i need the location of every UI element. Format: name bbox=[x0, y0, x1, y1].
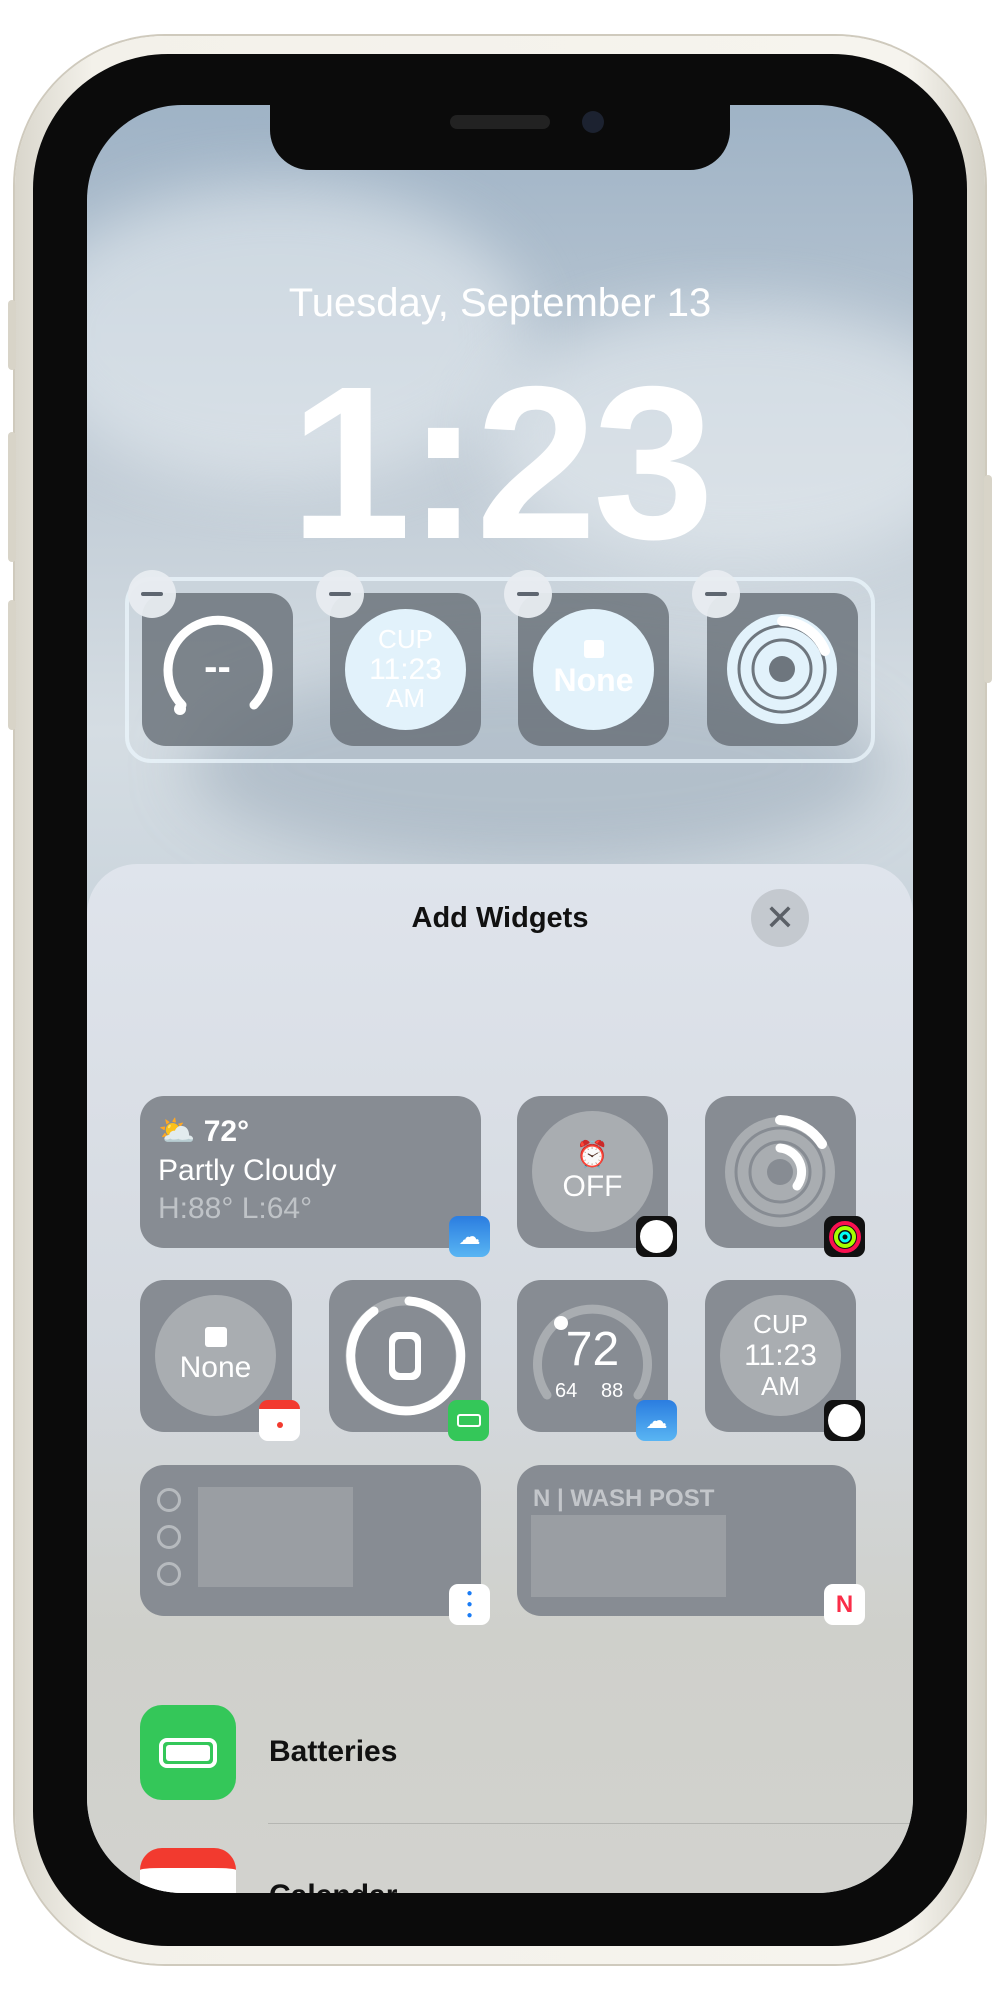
calendar-value: None bbox=[553, 662, 634, 698]
clock-time: 11:23 bbox=[744, 1339, 817, 1372]
clock-app-icon bbox=[636, 1216, 677, 1257]
batteries-app-icon bbox=[448, 1400, 489, 1441]
reminder-checkbox[interactable] bbox=[157, 1525, 181, 1549]
screen: Tuesday, September 13 1:23 -- CUP 11:23 … bbox=[87, 105, 913, 1893]
calendar-icon bbox=[204, 1326, 227, 1347]
widget-activity[interactable] bbox=[705, 1096, 865, 1257]
silent-switch bbox=[8, 300, 16, 370]
calendar-app-icon[interactable] bbox=[140, 1848, 236, 1893]
volume-down-button bbox=[8, 600, 16, 730]
lock-time[interactable]: 1:23 bbox=[87, 355, 913, 573]
fitness-app-icon bbox=[824, 1216, 865, 1257]
widget-news[interactable]: N | WASH POST N bbox=[517, 1465, 865, 1625]
redacted-content bbox=[198, 1487, 353, 1587]
app-list-item-batteries[interactable]: Batteries bbox=[269, 1735, 397, 1769]
news-source: | WASH POST bbox=[557, 1485, 715, 1512]
widget-reminders[interactable]: ● ● ● bbox=[140, 1465, 490, 1625]
clock-ampm: AM bbox=[761, 1371, 800, 1401]
clock-ampm: AM bbox=[386, 683, 425, 714]
alarm-clock-icon: ⏰ bbox=[576, 1139, 609, 1169]
remove-widget-button[interactable] bbox=[316, 570, 364, 618]
remove-widget-button[interactable] bbox=[504, 570, 552, 618]
calendar-icon bbox=[583, 640, 604, 658]
clock-app-icon bbox=[824, 1400, 865, 1441]
clock-time: 11:23 bbox=[369, 652, 442, 686]
widget-temperature[interactable]: 72 64 88 ☁ bbox=[517, 1280, 677, 1441]
weather-hilo: H:88° L:64° bbox=[158, 1192, 313, 1225]
weather-temp: 72° bbox=[203, 1115, 250, 1148]
temperature-value: 72 bbox=[565, 1323, 620, 1376]
add-widgets-sheet: Add Widgets ✕ ⛅ 72° Partly Cloudy H:88° … bbox=[87, 864, 913, 1893]
clock-city: CUP bbox=[378, 624, 433, 655]
reminder-checkbox[interactable] bbox=[157, 1488, 181, 1512]
clock-city: CUP bbox=[753, 1309, 808, 1340]
lock-widget-world-clock[interactable]: CUP 11:23 AM bbox=[330, 593, 481, 746]
reminder-checkbox[interactable] bbox=[157, 1562, 181, 1586]
widget-weather[interactable]: ⛅ 72° Partly Cloudy H:88° L:64° ☁ bbox=[140, 1096, 490, 1257]
close-button[interactable]: ✕ bbox=[751, 889, 809, 947]
news-logo-icon: N bbox=[533, 1485, 557, 1512]
redacted-content bbox=[531, 1515, 726, 1597]
widget-calendar[interactable]: None bbox=[140, 1280, 300, 1441]
lock-widget-weather-gauge[interactable]: -- bbox=[142, 593, 293, 746]
alarm-value: OFF bbox=[562, 1170, 623, 1203]
gauge-value: -- bbox=[204, 645, 231, 689]
calendar-value: None bbox=[179, 1350, 252, 1384]
remove-widget-button[interactable] bbox=[128, 570, 176, 618]
news-app-icon: N bbox=[824, 1584, 865, 1625]
temperature-high: 88 bbox=[601, 1380, 624, 1402]
divider bbox=[268, 1823, 913, 1824]
weather-app-icon: ☁ bbox=[449, 1216, 490, 1257]
remove-widget-button[interactable] bbox=[692, 570, 740, 618]
lock-widget-calendar[interactable]: None bbox=[518, 593, 669, 746]
notch bbox=[270, 105, 730, 170]
widget-world-clock[interactable]: CUP 11:23 AM bbox=[705, 1280, 865, 1441]
temperature-low: 64 bbox=[555, 1380, 578, 1402]
lock-date[interactable]: Tuesday, September 13 bbox=[87, 281, 913, 326]
partly-cloudy-icon: ⛅ bbox=[158, 1115, 204, 1148]
weather-condition: Partly Cloudy bbox=[158, 1154, 337, 1187]
calendar-app-icon bbox=[259, 1400, 300, 1441]
activity-rings-icon bbox=[727, 614, 837, 724]
weather-app-icon: ☁ bbox=[636, 1400, 677, 1441]
close-icon: ✕ bbox=[764, 897, 796, 938]
widget-batteries[interactable] bbox=[329, 1280, 489, 1441]
camera bbox=[582, 111, 604, 133]
batteries-app-icon[interactable] bbox=[140, 1705, 236, 1800]
speaker bbox=[450, 115, 550, 129]
widget-alarm[interactable]: ⏰ OFF bbox=[517, 1096, 677, 1257]
lock-widget-activity[interactable] bbox=[707, 593, 858, 746]
reminders-app-icon: ● ● ● bbox=[449, 1584, 490, 1625]
app-list-item-calendar[interactable]: Calendar bbox=[269, 1879, 397, 1893]
side-button bbox=[984, 475, 992, 683]
volume-up-button bbox=[8, 432, 16, 562]
